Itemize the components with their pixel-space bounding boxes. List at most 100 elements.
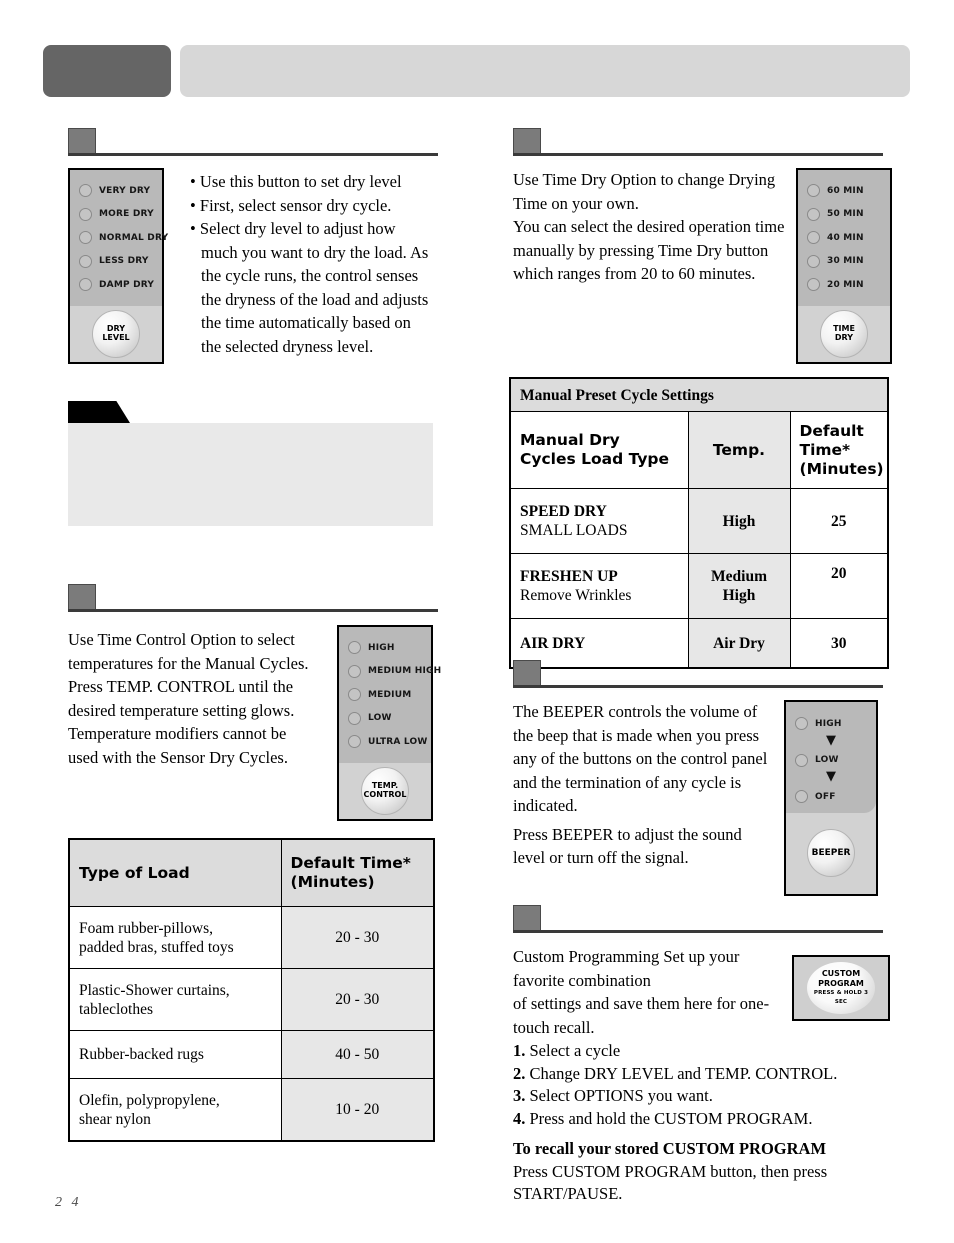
column-header-manual-dry-cycles: Manual Dry Cycles Load Type	[509, 411, 689, 489]
time-dry-led-item[interactable]: 40 MIN	[798, 226, 890, 250]
led-indicator-icon	[79, 278, 92, 292]
list-item: 4. Press and hold the CUSTOM PROGRAM.	[513, 1108, 813, 1128]
led-indicator-icon	[348, 641, 361, 655]
temp-control-led-item[interactable]: MEDIUM HIGH	[339, 660, 441, 684]
type-of-load-table: Type of Load Default Time* (Minutes) Foa…	[68, 838, 435, 1142]
time-dry-led-item[interactable]: 20 MIN	[798, 273, 890, 297]
arrow-down-icon: ▼	[826, 769, 836, 784]
temp-control-led-list: HIGH MEDIUM HIGH MEDIUM LOW ULTRA LOW	[339, 627, 441, 763]
dry-level-bullet-list: • Use this button to set dry level • Fir…	[190, 170, 430, 358]
section-rule	[513, 930, 883, 933]
cell-default-time: 40 - 50	[280, 1030, 435, 1079]
temp-control-panel: HIGH MEDIUM HIGH MEDIUM LOW ULTRA LOW TE…	[337, 625, 441, 821]
page-header-band	[0, 0, 954, 120]
temp-control-led-item[interactable]: MEDIUM	[339, 683, 431, 707]
dry-level-led-item[interactable]: LESS DRY	[70, 250, 162, 274]
led-indicator-icon	[348, 664, 361, 678]
time-dry-led-item[interactable]: 60 MIN	[798, 179, 890, 203]
column-header-temp: Temp.	[687, 411, 791, 489]
table-header-row: Manual Dry Cycles Load Type Temp. Defaul…	[509, 411, 889, 489]
cell-default-time: 20 - 30	[280, 968, 435, 1031]
beeper-button[interactable]: BEEPER	[807, 829, 855, 878]
dry-level-button[interactable]: DRY LEVEL	[92, 309, 140, 358]
cell-cycle-name: FRESHEN UP Remove Wrinkles	[509, 553, 689, 619]
table-row: Rubber-backed rugs 40 - 50	[68, 1030, 435, 1079]
led-indicator-icon	[348, 688, 361, 702]
section-rule	[68, 153, 438, 156]
beeper-description: The BEEPER controls the volume of the be…	[513, 700, 775, 870]
dry-level-led-item[interactable]: MORE DRY	[70, 203, 162, 227]
temp-control-led-item[interactable]: HIGH	[339, 636, 431, 660]
section-marker-square	[68, 128, 96, 154]
list-item: • Select dry level to adjust how much yo…	[190, 219, 429, 356]
note-tab	[68, 401, 130, 423]
section-header-dry-level	[60, 128, 445, 156]
temp-control-led-item[interactable]: ULTRA LOW	[339, 730, 431, 754]
dry-level-description: • Use this button to set dry level • Fir…	[190, 170, 430, 358]
dry-level-led-list: VERY DRY MORE DRY NORMAL DRY LESS DRY DA…	[70, 170, 168, 306]
led-indicator-icon	[348, 711, 361, 725]
table-title-row: Manual Preset Cycle Settings	[509, 377, 889, 412]
cell-load-type: Rubber-backed rugs	[68, 1030, 282, 1079]
dry-level-led-item[interactable]: VERY DRY	[70, 179, 162, 203]
beeper-led-item[interactable]: HIGH	[786, 712, 876, 736]
led-indicator-icon	[795, 717, 808, 731]
table-row: SPEED DRY SMALL LOADS High 25	[509, 488, 889, 554]
dry-level-control-panel: VERY DRY MORE DRY NORMAL DRY LESS DRY DA…	[68, 168, 168, 364]
time-dry-led-item[interactable]: 30 MIN	[798, 250, 890, 274]
beeper-paragraph-2: Press BEEPER to adjust the sound level o…	[513, 824, 742, 868]
cell-load-type: Plastic-Shower curtains, tableclothes	[68, 968, 282, 1031]
section-marker-square	[513, 128, 541, 154]
list-item: 3. Select OPTIONS you want.	[513, 1086, 713, 1105]
table-row: Foam rubber-pillows, padded bras, stuffe…	[68, 906, 435, 969]
column-header-default-time: Default Time* (Minutes)	[789, 411, 889, 489]
led-indicator-icon	[79, 254, 92, 268]
section-rule	[513, 153, 883, 156]
led-indicator-icon	[348, 735, 361, 749]
beeper-control-panel: HIGH ▼ LOW ▼ OFF BEEPER	[784, 700, 878, 896]
beeper-button-area: BEEPER	[786, 812, 876, 894]
custom-program-button[interactable]: CUSTOM PROGRAM PRESS & HOLD 3 SEC	[792, 955, 890, 1021]
led-indicator-icon	[807, 207, 820, 221]
custom-program-steps: 1. Select a cycle 2. Change DRY LEVEL an…	[513, 1040, 893, 1206]
list-item: • Use this button to set dry level	[190, 172, 402, 191]
dry-level-led-item[interactable]: NORMAL DRY	[70, 226, 168, 250]
section-marker-square	[513, 905, 541, 931]
cell-cycle-name: SPEED DRY SMALL LOADS	[509, 488, 689, 554]
list-item: • First, select sensor dry cycle.	[190, 195, 392, 215]
cell-default-time: 20	[789, 553, 889, 619]
custom-program-recall-heading: To recall your stored CUSTOM PROGRAM	[513, 1139, 827, 1158]
custom-program-intro: Custom Programming Set up your favorite …	[513, 947, 770, 1037]
time-dry-led-list: 60 MIN 50 MIN 40 MIN 30 MIN 20 MIN	[798, 170, 890, 306]
beeper-led-item[interactable]: OFF	[786, 785, 876, 809]
temp-control-button[interactable]: TEMP. CONTROL	[361, 766, 409, 815]
temp-control-led-item[interactable]: LOW	[339, 707, 431, 731]
time-dry-description: Use Time Dry Option to change Drying Tim…	[513, 170, 785, 283]
table-row: FRESHEN UP Remove Wrinkles Medium High 2…	[509, 553, 889, 619]
led-indicator-icon	[795, 790, 808, 804]
time-dry-button-area: TIME DRY	[798, 305, 890, 362]
section-rule	[513, 685, 883, 688]
note-box	[68, 423, 433, 526]
section-header-temp-control	[60, 584, 445, 612]
led-indicator-icon	[807, 254, 820, 268]
beeper-paragraph-1: The BEEPER controls the volume of the be…	[513, 702, 768, 815]
column-header-type-of-load: Type of Load	[68, 838, 282, 907]
custom-program-button-face: CUSTOM PROGRAM PRESS & HOLD 3 SEC	[807, 962, 875, 1014]
led-indicator-icon	[79, 207, 92, 221]
list-item: 1. Select a cycle	[513, 1041, 621, 1060]
section-marker-square	[68, 584, 96, 610]
section-header-custom-program	[505, 905, 890, 933]
header-light-block	[180, 45, 910, 97]
time-dry-control-panel: 60 MIN 50 MIN 40 MIN 30 MIN 20 MIN TIME …	[796, 168, 892, 364]
led-indicator-icon	[807, 231, 820, 245]
table-title: Manual Preset Cycle Settings	[509, 377, 889, 412]
page-number: 2 4	[55, 1195, 82, 1210]
time-dry-button[interactable]: TIME DRY	[820, 309, 868, 358]
cell-temp: Medium High	[687, 553, 791, 619]
cell-default-time: 10 - 20	[280, 1078, 435, 1142]
cell-load-type: Olefin, polypropylene, shear nylon	[68, 1078, 282, 1142]
table-row: Olefin, polypropylene, shear nylon 10 - …	[68, 1078, 435, 1142]
time-dry-led-item[interactable]: 50 MIN	[798, 203, 890, 227]
dry-level-led-item[interactable]: DAMP DRY	[70, 273, 162, 297]
